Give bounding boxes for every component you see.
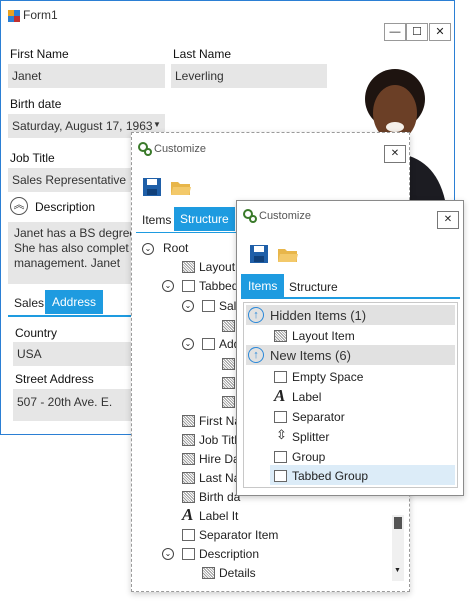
tabbed-group-icon [182,280,195,292]
expand-icon[interactable]: ⌄ [162,280,174,292]
street-address-label: Street Address [15,372,94,386]
birth-date-label: Birth date [10,97,62,111]
close-button[interactable]: ✕ [437,211,459,229]
save-icon[interactable] [142,177,162,197]
minimize-button[interactable]: — [384,23,406,41]
expand-icon[interactable]: ⌄ [182,338,194,350]
tab-underline [8,315,132,317]
tab-underline [241,297,460,299]
layout-item-icon [222,320,235,332]
street-address-field[interactable]: 507 - 20th Ave. E. [13,389,133,421]
collapse-arrow-icon[interactable]: ↑ [248,307,264,323]
separator-icon [182,529,195,541]
gear-icon [243,209,257,223]
country-field[interactable]: USA [13,342,133,366]
hidden-items-header[interactable]: ↑ Hidden Items (1) [246,305,455,325]
layout-item-icon [182,472,195,484]
first-name-label: First Name [10,47,69,61]
tabbed-group-icon [274,470,287,482]
save-icon[interactable] [249,244,269,264]
list-item[interactable]: Tabbed Group [292,469,368,483]
close-button[interactable]: ✕ [384,145,406,163]
job-title-label: Job Title [10,151,55,165]
layout-item-icon [202,567,215,579]
splitter-icon: ⇳ [276,427,287,442]
tree-item[interactable]: Root [163,241,188,255]
layout-item-icon [182,491,195,503]
customize-title: Customize [154,143,206,155]
list-item[interactable]: Empty Space [292,370,363,384]
collapse-chevron-icon[interactable]: ︽ [10,197,28,215]
description-memo[interactable]: Janet has a BS degree She has also compl… [8,222,133,284]
description-line: management. Janet [14,256,121,270]
layout-item-icon [182,415,195,427]
customize-window-front: Customize ✕ Items Structure ↑ Hidden Ite… [236,200,464,496]
tree-item[interactable]: Birth da [199,490,240,504]
description-group-label: Description [35,200,96,214]
separator-icon [274,411,287,423]
birth-date-value: Saturday, August 17, 1963 [12,119,153,133]
list-item[interactable]: Separator [292,410,345,424]
close-button[interactable]: ✕ [429,23,451,41]
tree-item[interactable]: Label It [199,509,238,523]
layout-item-icon [222,396,235,408]
list-item[interactable]: Group [292,450,325,464]
hidden-items-title: Hidden Items (1) [270,308,367,323]
open-folder-icon[interactable] [277,245,299,263]
tab-structure[interactable]: Structure [283,276,344,298]
app-icon [8,10,20,22]
tree-item[interactable]: Details [219,566,256,580]
expand-icon[interactable]: ⌄ [182,300,194,312]
collapse-arrow-icon[interactable]: ↑ [248,347,264,363]
job-title-field[interactable]: Sales Representative [8,168,133,192]
expand-icon[interactable]: ⌄ [162,548,174,560]
maximize-button[interactable]: ☐ [406,23,428,41]
group-icon [182,548,195,560]
group-icon [274,451,287,463]
list-item[interactable]: Layout Item [292,329,355,343]
tree-item[interactable]: Description [199,547,259,561]
tab-items[interactable]: Items [136,209,177,231]
group-icon [202,338,215,350]
form1-title: Form1 [23,8,58,22]
label-icon: A [274,386,286,405]
layout-item-icon [222,358,235,370]
last-name-label: Last Name [173,47,232,61]
layout-item-icon [182,261,195,273]
first-name-field[interactable]: Janet [8,64,165,88]
list-item[interactable]: Label [292,390,321,404]
customize-title: Customize [259,210,311,222]
chevron-down-icon[interactable]: ▼ [153,120,161,129]
tab-sales[interactable]: Sales [8,292,50,314]
open-folder-icon[interactable] [170,178,192,196]
description-line: Janet has a BS degree [14,226,133,240]
tab-items[interactable]: Items [241,274,285,298]
group-icon [202,300,215,312]
last-name-field[interactable]: Leverling [171,64,327,88]
label-icon: A [182,505,194,524]
tree-item[interactable]: Tabbed [199,279,238,293]
scrollbar-thumb[interactable] [394,517,402,529]
items-list: ↑ Hidden Items (1) Layout Item ↑ New Ite… [243,302,458,488]
layout-item-icon [182,453,195,465]
tree-item[interactable]: Separator Item [199,528,278,542]
new-items-header[interactable]: ↑ New Items (6) [246,345,455,365]
tree-item[interactable]: Sal [219,299,236,313]
empty-space-icon [274,371,287,383]
expand-icon[interactable]: ⌄ [142,243,154,255]
tab-address[interactable]: Address [45,290,104,314]
vertical-scrollbar[interactable]: ▼ [392,515,404,581]
layout-item-icon [182,434,195,446]
scroll-down-arrow-icon[interactable]: ▼ [394,567,401,574]
description-line: She has also complet [14,241,129,255]
list-item[interactable]: Splitter [292,430,329,444]
layout-item-icon [274,330,287,342]
tab-structure[interactable]: Structure [174,207,235,231]
gear-icon [138,142,152,156]
layout-item-icon [222,377,235,389]
new-items-title: New Items (6) [270,348,351,363]
country-label: Country [15,326,58,340]
